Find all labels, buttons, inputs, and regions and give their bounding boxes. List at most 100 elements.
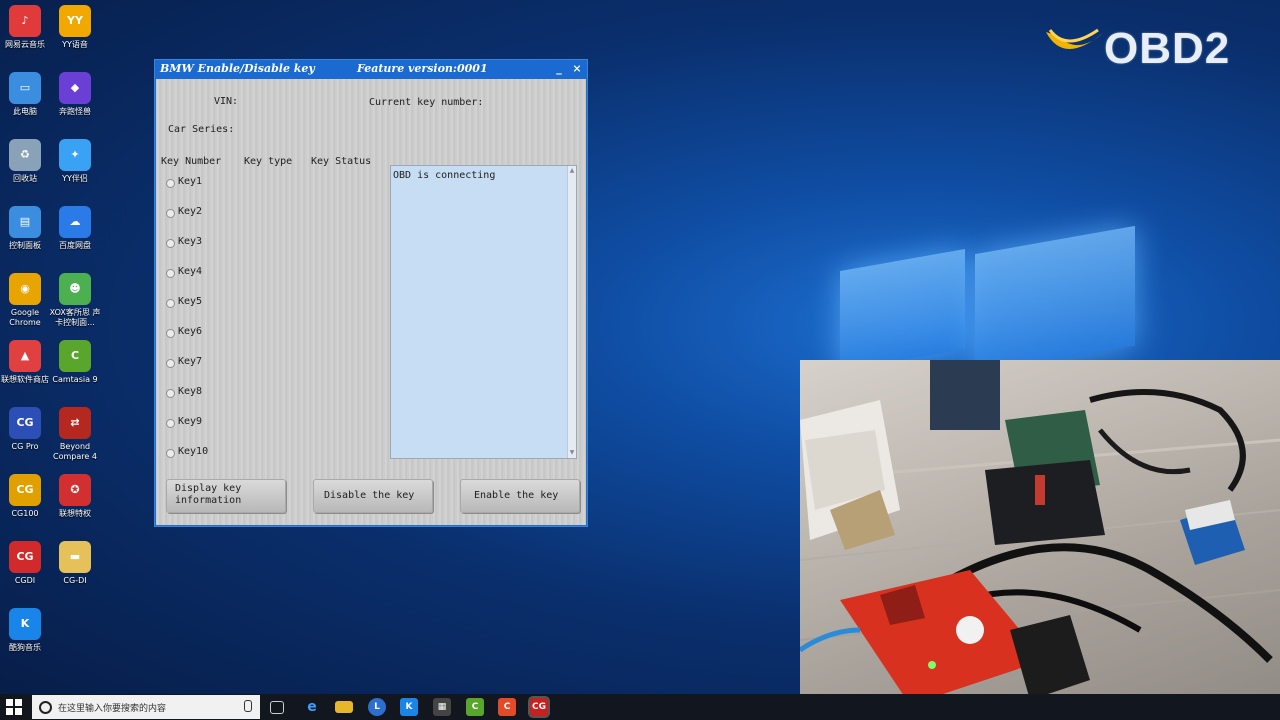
col-header-key-number: Key Number [161, 156, 222, 167]
display-key-info-button[interactable]: Display key information [166, 479, 286, 513]
app-icon: ♻ [9, 139, 41, 171]
vin-label: VIN: [214, 96, 239, 107]
desktop-icon[interactable]: ☁ 百度网盘 [47, 206, 103, 251]
key1-label: Key1 [178, 176, 203, 187]
disable-key-button[interactable]: Disable the key [313, 479, 433, 513]
app-icon: C [59, 340, 91, 372]
app-icon: ◆ [59, 72, 91, 104]
disable-key-label: Disable the key [324, 490, 415, 501]
key1-radio[interactable] [166, 179, 175, 188]
key9-radio[interactable] [166, 419, 175, 428]
desktop-icon-label: XOX客所思 声卡控制面... [49, 308, 101, 327]
app-icon: ▭ [9, 72, 41, 104]
display-key-info-line1: Display key [175, 483, 242, 494]
desktop-icon[interactable]: ▲ 联想软件商店 [0, 340, 53, 385]
obd2-swoosh-icon [1046, 28, 1104, 49]
key6-radio[interactable] [166, 329, 175, 338]
desktop-icon[interactable]: ♻ 回收站 [0, 139, 53, 184]
desktop-icon[interactable]: CG CGDI [0, 541, 53, 586]
desktop-icon[interactable]: ◉ Google Chrome [0, 273, 53, 328]
camera-overlay [800, 360, 1280, 720]
start-button[interactable] [6, 699, 22, 715]
desktop-icon[interactable]: ⇄ Beyond Compare 4 [47, 407, 103, 462]
status-log-text: OBD is connecting [393, 170, 496, 181]
scroll-up-icon[interactable]: ▲ [569, 168, 575, 174]
key2-radio[interactable] [166, 209, 175, 218]
cgdi-taskbar-icon[interactable]: C [498, 698, 516, 716]
app-icon: ▲ [9, 340, 41, 372]
desktop-icon-label: YY伴侣 [62, 174, 88, 183]
lenovo-icon[interactable]: L [368, 698, 386, 716]
key10-radio[interactable] [166, 449, 175, 458]
app-icon: ✪ [59, 474, 91, 506]
desktop-icon-label: Camtasia 9 [52, 375, 98, 384]
status-log[interactable]: OBD is connecting ▲ ▼ [390, 165, 577, 459]
status-log-scrollbar[interactable]: ▲ ▼ [567, 166, 576, 458]
key8-radio[interactable] [166, 389, 175, 398]
desktop-icon-label: 控制面板 [9, 241, 41, 250]
desktop-icon[interactable]: ♪ 网易云音乐 [0, 5, 53, 50]
current-key-label: Current key number: [369, 97, 484, 108]
cg-taskbar-icon[interactable]: CG [528, 696, 550, 718]
obd2-logo-text: OBD2 [1104, 24, 1231, 73]
desktop-icon-label: 酷狗音乐 [9, 643, 41, 652]
desktop-icon[interactable]: K 酷狗音乐 [0, 608, 53, 653]
window-titlebar[interactable]: BMW Enable/Disable key Feature version:0… [155, 60, 587, 79]
desktop-icon[interactable]: ▬ CG-DI [47, 541, 103, 586]
enable-key-button[interactable]: Enable the key [460, 479, 580, 513]
app-icon: YY [59, 5, 91, 37]
desktop-icon[interactable]: ▤ 控制面板 [0, 206, 53, 251]
task-view-icon[interactable] [270, 701, 284, 714]
app-icon: ▤ [9, 206, 41, 238]
key9-label: Key9 [178, 416, 203, 427]
desktop-icon-label: YY语音 [62, 40, 88, 49]
camtasia-icon[interactable]: C [466, 698, 484, 716]
feature-version: Feature version:0001 [357, 62, 488, 75]
col-header-key-type: Key type [244, 156, 293, 167]
taskbar-search[interactable]: 在这里输入你要搜索的内容 [32, 695, 260, 719]
app-icon: ✦ [59, 139, 91, 171]
bmw-key-window: BMW Enable/Disable key Feature version:0… [154, 59, 588, 527]
obd2-logo: OBD2 [1040, 18, 1260, 74]
app-icon: ♪ [9, 5, 41, 37]
window-client: VIN: Current key number: Car Series: Key… [156, 79, 586, 525]
desktop-icon[interactable]: C Camtasia 9 [47, 340, 103, 385]
app-icon: ▬ [59, 541, 91, 573]
app-icon: CG [9, 407, 41, 439]
scroll-down-icon[interactable]: ▼ [569, 450, 575, 456]
app-icon: ☻ [59, 273, 91, 305]
file-explorer-icon[interactable] [335, 701, 353, 713]
calculator-icon[interactable]: ▦ [433, 698, 451, 716]
key7-radio[interactable] [166, 359, 175, 368]
desktop-icon[interactable]: ☻ XOX客所思 声卡控制面... [47, 273, 103, 328]
taskbar: 在这里输入你要搜索的内容 e L K ▦ C C CG [0, 694, 1280, 720]
desktop-icon-label: 此电脑 [13, 107, 37, 116]
cortana-icon [39, 701, 52, 714]
desktop-icon-label: CG100 [11, 509, 39, 518]
kugou-icon[interactable]: K [400, 698, 418, 716]
desktop-icon-label: CG Pro [11, 442, 39, 451]
desktop-icon[interactable]: CG CG Pro [0, 407, 53, 452]
key7-label: Key7 [178, 356, 203, 367]
key4-radio[interactable] [166, 269, 175, 278]
desktop-icon-label: 联想软件商店 [1, 375, 49, 384]
key6-label: Key6 [178, 326, 203, 337]
desktop-icon[interactable]: CG CG100 [0, 474, 53, 519]
key2-label: Key2 [178, 206, 203, 217]
microphone-icon[interactable] [244, 700, 252, 712]
desktop-icon[interactable]: ✪ 联想特权 [47, 474, 103, 519]
key3-radio[interactable] [166, 239, 175, 248]
car-series-label: Car Series: [168, 124, 235, 135]
desktop-icon-label: Google Chrome [9, 308, 41, 327]
edge-icon[interactable]: e [303, 698, 321, 716]
close-button[interactable]: × [569, 61, 585, 77]
desktop-icon-label: Beyond Compare 4 [53, 442, 97, 461]
desktop-icon[interactable]: ▭ 此电脑 [0, 72, 53, 117]
desktop-icon[interactable]: ✦ YY伴侣 [47, 139, 103, 184]
key5-label: Key5 [178, 296, 203, 307]
minimize-button[interactable]: _ [551, 61, 567, 77]
desktop-icon[interactable]: ◆ 奔跑怪兽 [47, 72, 103, 117]
desktop-icon-label: 百度网盘 [59, 241, 91, 250]
desktop-icon[interactable]: YY YY语音 [47, 5, 103, 50]
key5-radio[interactable] [166, 299, 175, 308]
